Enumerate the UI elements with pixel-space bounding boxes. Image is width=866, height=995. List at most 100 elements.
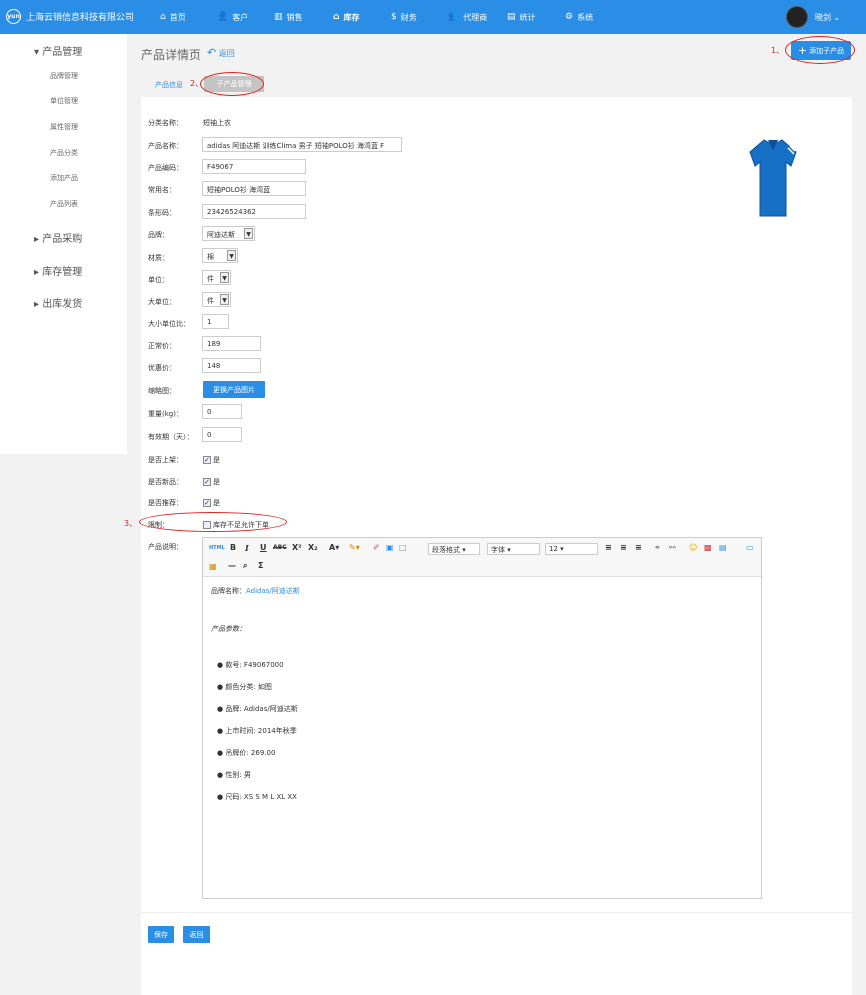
user-menu[interactable]: 晓剑 ⌄: [815, 12, 840, 23]
checkbox-checked-icon: ✓: [203, 478, 211, 486]
copy-icon[interactable]: □: [399, 543, 407, 552]
brand-link[interactable]: Adidas/阿迪达斯: [246, 587, 300, 595]
font-size-select[interactable]: 12 ▾: [545, 543, 598, 555]
font-select[interactable]: 字体 ▾: [487, 543, 540, 555]
logo[interactable]: yun 上海云销信息科技有限公司: [6, 9, 134, 24]
is-new-label: 是否新品：: [148, 478, 183, 486]
page-title: 产品详情页: [141, 48, 202, 62]
stats-icon: ▤: [507, 12, 516, 22]
unit-label: 单位：: [148, 276, 169, 284]
paragraph-format-select[interactable]: 段落格式 ▾: [428, 543, 480, 555]
image-icon[interactable]: ▩: [704, 543, 712, 552]
search-icon[interactable]: ⌕: [243, 561, 247, 571]
formula-icon[interactable]: Σ: [258, 561, 263, 570]
list-item: ● 性别: 男: [217, 771, 251, 779]
back-link[interactable]: ↶ 返回: [207, 46, 235, 59]
agents-icon: 👥: [448, 12, 460, 22]
chevron-down-icon: ⌄: [833, 13, 841, 22]
code-label: 产品编码：: [148, 164, 183, 172]
common-name-input[interactable]: 短袖POLO衫 海湾蓝: [202, 181, 306, 196]
video-icon[interactable]: ▤: [719, 543, 727, 552]
price-input[interactable]: 189: [202, 336, 261, 351]
brand-select[interactable]: 阿迪达斯 ▼: [202, 226, 255, 241]
name-label: 产品名称：: [148, 142, 183, 150]
nav-inventory[interactable]: ⌂ 库存: [333, 0, 359, 34]
company-name: 上海云销信息科技有限公司: [26, 13, 135, 23]
divider: [141, 912, 852, 913]
recommend-checkbox[interactable]: ✓ 是: [203, 498, 220, 508]
thumbnail-label: 缩略图：: [148, 387, 176, 395]
big-unit-label: 大单位：: [148, 298, 176, 306]
product-code-input[interactable]: F49067: [202, 159, 306, 174]
discount-input[interactable]: 148: [202, 358, 261, 373]
nav-home[interactable]: ⌂ 首页: [160, 0, 186, 34]
barcode-input[interactable]: 23426524362: [202, 204, 306, 219]
caret-right-icon: ▸: [34, 234, 43, 245]
change-image-button[interactable]: 更换产品图片: [203, 381, 265, 398]
subscript-icon[interactable]: X₂: [308, 543, 318, 552]
italic-icon[interactable]: I: [245, 543, 249, 553]
sidebar-item-add-product[interactable]: 添加产品: [50, 173, 78, 183]
params-title: 产品参数：: [211, 625, 246, 633]
sidebar-item-attribute[interactable]: 属性管理: [50, 122, 78, 132]
list-item: ● 尺码: XS S M L XL XX: [217, 793, 297, 801]
nav-agents[interactable]: 👥 代理商: [448, 0, 487, 34]
checkbox-checked-icon: ✓: [203, 499, 211, 507]
is-new-checkbox[interactable]: ✓ 是: [203, 477, 220, 487]
caret-right-icon: ▸: [34, 299, 43, 310]
save-button[interactable]: 保存: [148, 926, 174, 943]
caret-down-icon: ▾: [34, 47, 43, 58]
font-color-icon[interactable]: A▾: [329, 543, 339, 552]
sidebar-item-category[interactable]: 产品分类: [50, 148, 78, 158]
list-item: ● 上市时间: 2014年秋季: [217, 727, 297, 735]
highlight-icon[interactable]: ✎▾: [349, 543, 360, 552]
fullscreen-icon[interactable]: ▭: [746, 543, 754, 552]
sidebar-group-purchase[interactable]: ▸ 产品采购: [34, 230, 82, 245]
nav-customers[interactable]: 👤 客户: [217, 0, 248, 34]
discount-label: 优惠价：: [148, 364, 176, 372]
horizontal-rule-icon[interactable]: —: [228, 561, 236, 570]
sidebar-item-product-list[interactable]: 产品列表: [50, 199, 78, 209]
sidebar-group-shipping[interactable]: ▸ 出库发货: [34, 295, 82, 310]
rich-text-editor[interactable]: HTML B I U ABC X² X₂ A▾ ✎▾ ✐ ▣ □ 段落格式 ▾ …: [202, 537, 762, 899]
align-center-icon[interactable]: ≡: [620, 543, 627, 552]
avatar[interactable]: [786, 6, 808, 28]
sidebar-group-product[interactable]: ▾ 产品管理: [34, 43, 82, 58]
validity-input[interactable]: 0: [202, 427, 242, 442]
money-icon: $: [391, 12, 397, 22]
bold-icon[interactable]: B: [230, 543, 236, 552]
underline-icon[interactable]: U: [260, 543, 267, 552]
unlink-icon[interactable]: ⚯: [669, 543, 676, 552]
checkbox-checked-icon: ✓: [203, 456, 211, 464]
align-right-icon[interactable]: ≡: [635, 543, 642, 552]
unit-ratio-input[interactable]: 1: [202, 314, 229, 329]
html-source-icon[interactable]: HTML: [209, 545, 225, 551]
nav-finance[interactable]: $ 财务: [391, 0, 417, 34]
sidebar-item-brand[interactable]: 品牌管理: [50, 71, 78, 81]
onshelf-checkbox[interactable]: ✓ 是: [203, 455, 220, 465]
material-select[interactable]: 棉 ▼: [202, 248, 238, 263]
strikethrough-icon[interactable]: ABC: [273, 544, 287, 551]
superscript-icon[interactable]: X²: [292, 543, 302, 552]
logo-icon: yun: [6, 9, 21, 24]
warehouse-icon: ⌂: [333, 12, 340, 22]
product-name-input[interactable]: adidas 阿迪达斯 训练Clima 男子 短袖POLO衫 海湾蓝 F: [202, 137, 402, 152]
weight-input[interactable]: 0: [202, 404, 242, 419]
nav-sales[interactable]: ▥ 销售: [274, 0, 303, 34]
unit-select[interactable]: 件 ▼: [202, 270, 231, 285]
emoji-icon[interactable]: ☺: [689, 543, 697, 552]
list-item: ● 颜色分类: 如图: [217, 683, 272, 691]
link-icon[interactable]: ⚭: [654, 543, 661, 552]
list-item: ● 品牌: Adidas/阿迪达斯: [217, 705, 298, 713]
back-button[interactable]: 返回: [183, 926, 210, 943]
sidebar-group-stock[interactable]: ▸ 库存管理: [34, 263, 82, 278]
nav-system[interactable]: ⚙ 系统: [565, 0, 593, 34]
tab-product-info[interactable]: 产品信息: [155, 80, 183, 90]
table-icon[interactable]: ▦: [209, 562, 217, 571]
big-unit-select[interactable]: 件 ▼: [202, 292, 231, 307]
sidebar-item-unit[interactable]: 单位管理: [50, 96, 78, 106]
align-left-icon[interactable]: ≡: [605, 543, 612, 552]
nav-stats[interactable]: ▤ 统计: [507, 0, 536, 34]
eraser-icon[interactable]: ✐: [373, 543, 380, 552]
paste-icon[interactable]: ▣: [386, 543, 394, 552]
